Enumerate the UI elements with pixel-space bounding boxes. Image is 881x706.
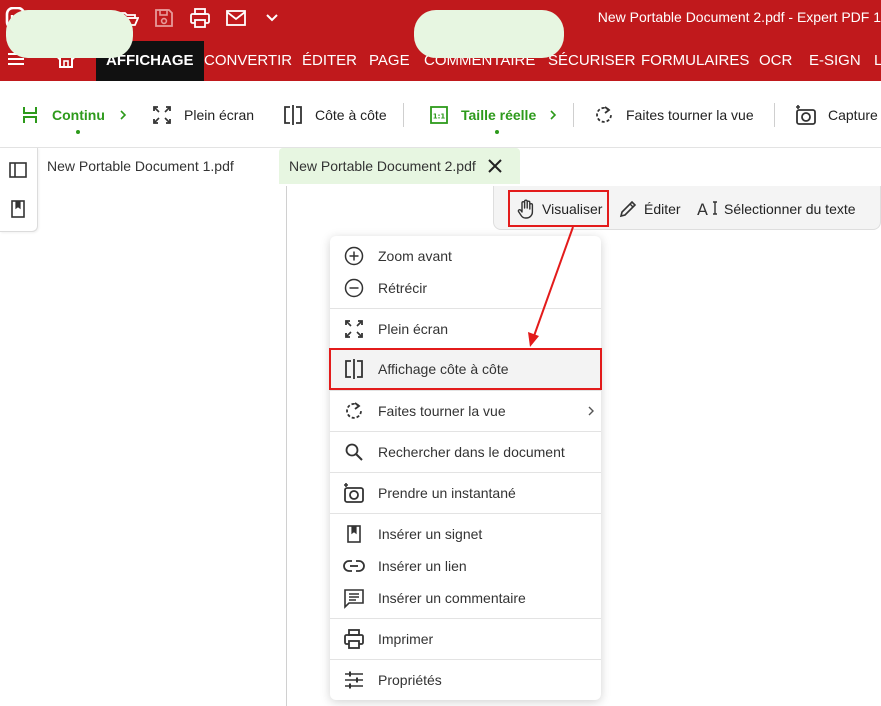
annotation-arrow [528,226,574,347]
